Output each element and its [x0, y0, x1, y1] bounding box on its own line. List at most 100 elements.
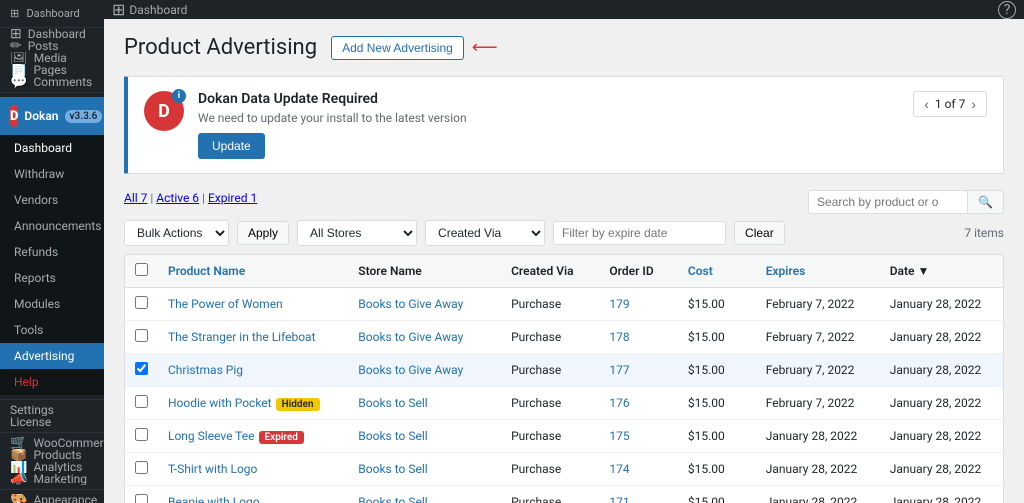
- marketing-icon: 📣: [10, 473, 27, 485]
- appearance-icon: 🎨: [10, 494, 27, 503]
- row-checkbox-0[interactable]: [135, 296, 148, 309]
- sidebar-item-withdraw[interactable]: Withdraw: [0, 161, 104, 187]
- help-icon[interactable]: ?: [998, 1, 1016, 19]
- advertising-label: Advertising: [14, 349, 74, 363]
- prev-page-button[interactable]: ‹: [922, 96, 931, 112]
- row-checkbox-6[interactable]: [135, 494, 148, 503]
- order-link-4[interactable]: 175: [609, 429, 629, 443]
- col-product-name[interactable]: Product Name: [168, 264, 245, 278]
- dokan-menu-item[interactable]: D Dokan v3.3.6: [0, 97, 104, 135]
- product-link-6[interactable]: Beanie with Logo: [168, 495, 260, 503]
- filter-all-link[interactable]: All 7: [124, 191, 147, 205]
- bulk-actions-select[interactable]: Bulk Actions: [124, 220, 229, 246]
- order-link-3[interactable]: 176: [609, 396, 629, 410]
- sidebar-item-tools[interactable]: Tools: [0, 317, 104, 343]
- update-button[interactable]: Update: [198, 133, 265, 159]
- sidebar-item-marketing[interactable]: 📣 Marketing: [0, 473, 104, 485]
- advertising-table: Product Name Store Name Created Via Orde…: [124, 254, 1004, 503]
- product-link-1[interactable]: The Stranger in the Lifeboat: [168, 330, 316, 344]
- sidebar-item-analytics[interactable]: 📊 Analytics: [0, 461, 104, 473]
- row-checkbox-2[interactable]: [135, 362, 148, 375]
- search-button[interactable]: 🔍: [968, 190, 1004, 214]
- search-input[interactable]: [808, 190, 968, 214]
- next-page-button[interactable]: ›: [969, 96, 978, 112]
- sidebar-item-appearance[interactable]: 🎨 Appearance: [0, 494, 104, 503]
- order-link-0[interactable]: 179: [609, 297, 629, 311]
- sidebar-item-posts[interactable]: ✏ Posts: [0, 40, 104, 52]
- select-all-checkbox[interactable]: [135, 263, 148, 276]
- admin-bar-icon: ⊞: [112, 0, 125, 19]
- filter-active-link[interactable]: Active 6: [156, 191, 199, 205]
- product-link-5[interactable]: T-Shirt with Logo: [168, 462, 257, 476]
- store-link-3[interactable]: Books to Sell: [358, 396, 427, 410]
- notice-title: Dokan Data Update Required: [198, 91, 467, 107]
- row-checkbox-3[interactable]: [135, 395, 148, 408]
- col-cost[interactable]: Cost: [688, 264, 713, 278]
- sidebar-item-license[interactable]: License: [0, 416, 104, 428]
- sidebar-item-woocommerce[interactable]: 🛒 WooCommerce: [0, 437, 104, 449]
- expires-4: January 28, 2022: [756, 420, 880, 453]
- notice-icon: D i: [144, 91, 184, 131]
- row-checkbox-5[interactable]: [135, 461, 148, 474]
- created-via-select[interactable]: Created Via: [425, 220, 545, 246]
- created-via-1: Purchase: [501, 321, 599, 354]
- filter-expired-link[interactable]: Expired 1: [208, 191, 257, 205]
- cost-3: $15.00: [678, 387, 756, 420]
- created-via-3: Purchase: [501, 387, 599, 420]
- sidebar-item-comments[interactable]: 💬 Comments: [0, 76, 104, 88]
- store-filter-select[interactable]: All Stores: [297, 220, 417, 246]
- apply-button[interactable]: Apply: [237, 221, 289, 245]
- table-row: T-Shirt with Logo Books to Sell Purchase…: [125, 453, 1004, 486]
- order-link-1[interactable]: 178: [609, 330, 629, 344]
- info-badge: i: [172, 89, 186, 103]
- sidebar-item-dokan-dashboard[interactable]: Dashboard: [0, 135, 104, 161]
- pagination-text: 1 of 7: [935, 97, 965, 111]
- sidebar-item-pages[interactable]: 📄 Pages: [0, 64, 104, 76]
- products-icon: 📦: [10, 449, 27, 461]
- sidebar-item-reports[interactable]: Reports: [0, 265, 104, 291]
- sidebar-item-dashboard[interactable]: ⊞ Dashboard: [0, 28, 104, 40]
- product-link-3[interactable]: Hoodie with Pocket: [168, 396, 272, 410]
- order-link-5[interactable]: 174: [609, 462, 629, 476]
- help-label: Help: [14, 375, 39, 389]
- sidebar-item-announcements[interactable]: Announcements: [0, 213, 104, 239]
- store-link-1[interactable]: Books to Give Away: [358, 330, 463, 344]
- sidebar-item-products[interactable]: 📦 Products: [0, 449, 104, 461]
- table-row: The Stranger in the Lifeboat Books to Gi…: [125, 321, 1004, 354]
- created-via-5: Purchase: [501, 453, 599, 486]
- sidebar-item-media[interactable]: 🖼 Media: [0, 52, 104, 64]
- sidebar-item-settings[interactable]: Settings: [0, 404, 104, 416]
- store-link-0[interactable]: Books to Give Away: [358, 297, 463, 311]
- page-header: Product Advertising Add New Advertising …: [124, 35, 1004, 60]
- cost-4: $15.00: [678, 420, 756, 453]
- product-link-0[interactable]: The Power of Women: [168, 297, 283, 311]
- created-via-0: Purchase: [501, 288, 599, 321]
- sidebar-item-comments-label: Comments: [33, 76, 92, 88]
- sidebar-item-help[interactable]: Help: [0, 369, 104, 395]
- add-new-advertising-button[interactable]: Add New Advertising: [331, 36, 464, 60]
- product-link-4[interactable]: Long Sleeve Tee: [168, 429, 255, 443]
- col-date[interactable]: Date ▼: [890, 264, 930, 278]
- store-link-2[interactable]: Books to Give Away: [358, 363, 463, 377]
- store-link-5[interactable]: Books to Sell: [358, 462, 427, 476]
- sidebar-item-refunds[interactable]: Refunds: [0, 239, 104, 265]
- created-via-4: Purchase: [501, 420, 599, 453]
- product-link-2[interactable]: Christmas Pig: [168, 363, 243, 377]
- cost-0: $15.00: [678, 288, 756, 321]
- order-link-6[interactable]: 171: [609, 495, 629, 503]
- row-checkbox-4[interactable]: [135, 428, 148, 441]
- sidebar-item-advertising[interactable]: Advertising: [0, 343, 104, 369]
- store-link-6[interactable]: Books to Sell: [358, 495, 427, 503]
- order-link-2[interactable]: 177: [609, 363, 629, 377]
- expires-3: February 7, 2022: [756, 387, 880, 420]
- analytics-icon: 📊: [10, 461, 27, 473]
- clear-filter-button[interactable]: Clear: [734, 221, 785, 245]
- row-checkbox-1[interactable]: [135, 329, 148, 342]
- sidebar-item-modules[interactable]: Modules: [0, 291, 104, 317]
- admin-bar-site: Dashboard: [129, 3, 187, 17]
- store-link-4[interactable]: Books to Sell: [358, 429, 427, 443]
- admin-bar-dashboard: Dashboard: [26, 7, 79, 20]
- sidebar-item-vendors[interactable]: Vendors: [0, 187, 104, 213]
- expire-date-filter[interactable]: [553, 221, 726, 245]
- col-expires[interactable]: Expires: [766, 264, 806, 278]
